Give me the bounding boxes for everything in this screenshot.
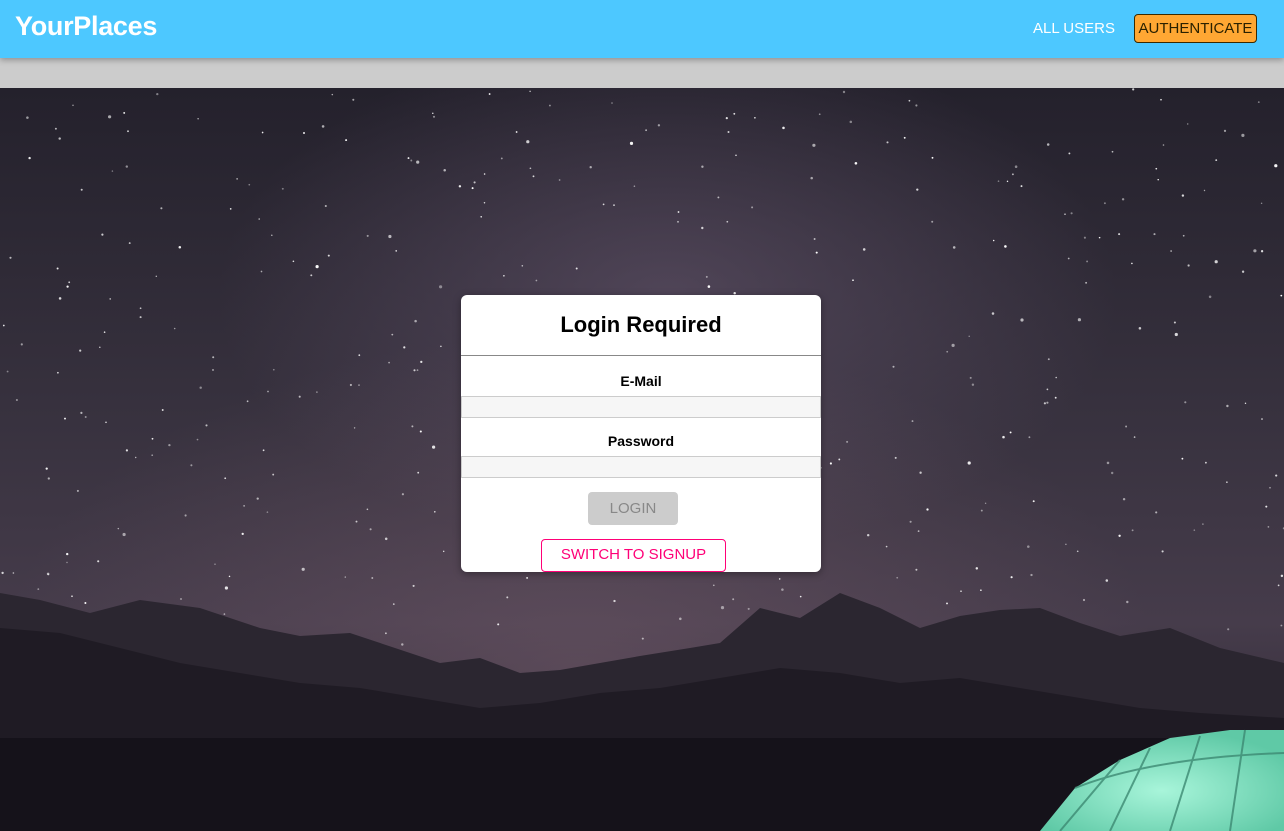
email-field[interactable] (461, 396, 821, 418)
page: YourPlaces ALL USERS AUTHENTICATE Login … (0, 0, 1284, 831)
nav-all-users-link[interactable]: ALL USERS (1028, 14, 1120, 44)
password-label: Password (607, 433, 675, 449)
header-spacer-strip (0, 58, 1284, 88)
login-modal: Login Required E-Mail Password LOGIN SWI… (461, 295, 821, 572)
modal-title: Login Required (560, 312, 722, 337)
app-logo-link[interactable]: YourPlaces (15, 11, 157, 42)
nav-authenticate-button[interactable]: AUTHENTICATE (1134, 14, 1257, 43)
main-header: YourPlaces ALL USERS AUTHENTICATE (0, 0, 1284, 58)
password-field[interactable] (461, 456, 821, 478)
switch-to-signup-button[interactable]: SWITCH TO SIGNUP (541, 539, 726, 572)
modal-divider (461, 355, 821, 356)
email-label: E-Mail (620, 373, 662, 389)
login-button[interactable]: LOGIN (588, 492, 678, 525)
